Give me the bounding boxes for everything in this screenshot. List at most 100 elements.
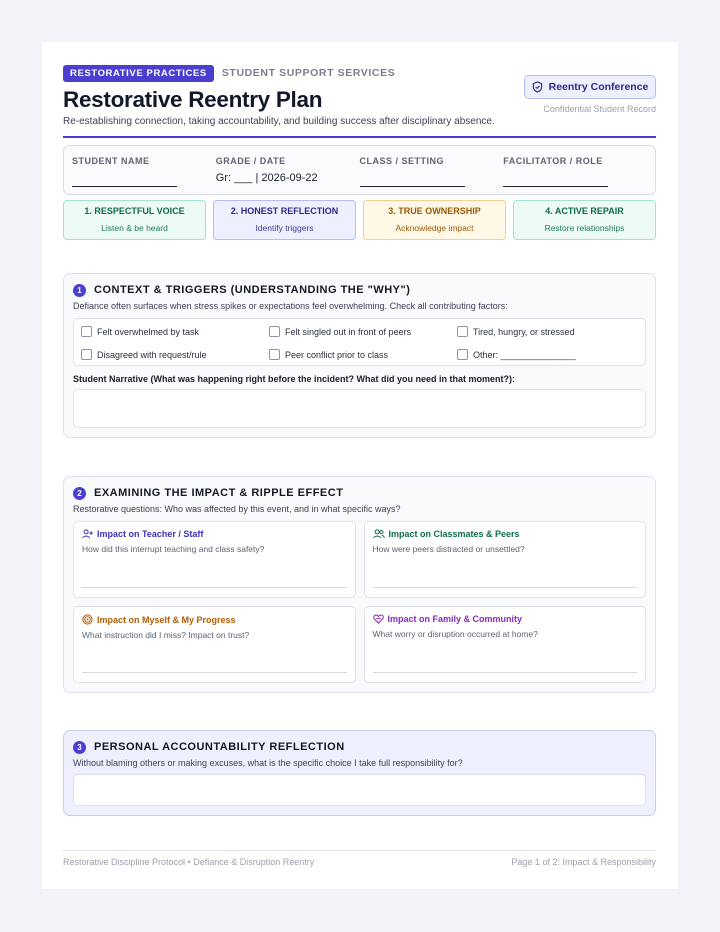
checkbox-disagreed[interactable]: Disagreed with request/rule bbox=[81, 348, 269, 361]
impact-card-grid: Impact on Teacher / Staff How did this i… bbox=[73, 521, 646, 683]
process-steps: 1. RESPECTFUL VOICE Listen & be heard 2.… bbox=[63, 200, 656, 240]
checkbox[interactable] bbox=[457, 349, 468, 360]
narrative-textarea[interactable] bbox=[73, 389, 646, 428]
checkbox[interactable] bbox=[269, 349, 280, 360]
step-subtitle: Acknowledge impact bbox=[395, 223, 474, 233]
page-footer: Restorative Discipline Protocol • Defian… bbox=[63, 850, 656, 867]
answer-line[interactable] bbox=[372, 672, 637, 673]
section-number-badge: 1 bbox=[73, 283, 86, 297]
checkbox-label: Felt singled out in front of peers bbox=[285, 326, 412, 337]
user-plus-icon bbox=[82, 529, 93, 539]
users-icon bbox=[372, 529, 385, 539]
step-title: 2. HONEST REFLECTION bbox=[230, 206, 339, 216]
accountability-textarea[interactable] bbox=[73, 774, 646, 806]
step-true-ownership: 3. TRUE OWNERSHIP Acknowledge impact bbox=[363, 200, 506, 240]
facilitator-role-field: FACILITATOR / ROLE bbox=[503, 146, 647, 194]
checkbox-label: Other: _______________ bbox=[473, 349, 576, 360]
answer-line[interactable] bbox=[82, 672, 347, 673]
section-title: PERSONAL ACCOUNTABILITY REFLECTION bbox=[94, 741, 345, 753]
card-question: How did this interrupt teaching and clas… bbox=[82, 544, 265, 554]
card-title: Impact on Myself & My Progress bbox=[97, 614, 236, 625]
card-question: What worry or disruption occurred at hom… bbox=[372, 629, 538, 639]
checkbox-label: Felt overwhelmed by task bbox=[97, 326, 200, 337]
card-header: Impact on Family & Community bbox=[372, 614, 638, 624]
footer-protocol: Restorative Discipline Protocol • Defian… bbox=[63, 857, 315, 867]
checkbox[interactable] bbox=[81, 326, 92, 337]
checkbox-label: Peer conflict prior to class bbox=[285, 349, 389, 360]
checkbox-label: Tired, hungry, or stressed bbox=[473, 326, 575, 337]
section-header: 3 PERSONAL ACCOUNTABILITY REFLECTION bbox=[73, 739, 646, 755]
reentry-conference-button[interactable]: Reentry Conference bbox=[524, 75, 656, 99]
section-description: Restorative questions: Who was affected … bbox=[73, 504, 401, 514]
grade-date-input[interactable]: Gr: ___ | 2026-09-22 bbox=[216, 172, 321, 187]
step-honest-reflection: 2. HONEST REFLECTION Identify triggers bbox=[213, 200, 356, 240]
department-label: STUDENT SUPPORT SERVICES bbox=[221, 67, 396, 79]
impact-card-family: Impact on Family & Community What worry … bbox=[363, 606, 646, 683]
card-header: Impact on Myself & My Progress bbox=[82, 614, 347, 625]
step-subtitle: Identify triggers bbox=[255, 223, 314, 233]
section-context-triggers: 1 CONTEXT & TRIGGERS (UNDERSTANDING THE … bbox=[63, 273, 656, 438]
card-header: Impact on Teacher / Staff bbox=[82, 529, 347, 539]
impact-card-teacher: Impact on Teacher / Staff How did this i… bbox=[73, 521, 356, 598]
section-header: 2 EXAMINING THE IMPACT & RIPPLE EFFECT bbox=[73, 485, 646, 501]
section-number-badge: 3 bbox=[73, 740, 86, 754]
footer-page-number: Page 1 of 2: Impact & Responsibility bbox=[511, 857, 656, 867]
checkbox[interactable] bbox=[81, 349, 92, 360]
facilitator-role-input[interactable] bbox=[503, 172, 609, 187]
grade-date-label: GRADE / DATE bbox=[215, 156, 286, 166]
section-number-badge: 2 bbox=[73, 486, 86, 500]
student-name-label: STUDENT NAME bbox=[72, 156, 150, 166]
checkbox-singled-out[interactable]: Felt singled out in front of peers bbox=[269, 325, 457, 338]
card-title: Impact on Teacher / Staff bbox=[97, 529, 204, 539]
student-info-panel: STUDENT NAME GRADE / DATE Gr: ___ | 2026… bbox=[63, 145, 656, 195]
answer-line[interactable] bbox=[82, 587, 347, 588]
step-respectful-voice: 1. RESPECTFUL VOICE Listen & be heard bbox=[63, 200, 206, 240]
section-description: Defiance often surfaces when stress spik… bbox=[73, 301, 508, 311]
facilitator-role-label: FACILITATOR / ROLE bbox=[503, 156, 603, 166]
step-subtitle: Listen & be heard bbox=[101, 223, 168, 233]
card-question: What instruction did I miss? Impact on t… bbox=[82, 630, 250, 640]
impact-card-myself: Impact on Myself & My Progress What inst… bbox=[73, 606, 356, 683]
section-header: 1 CONTEXT & TRIGGERS (UNDERSTANDING THE … bbox=[73, 282, 646, 298]
section-title: EXAMINING THE IMPACT & RIPPLE EFFECT bbox=[94, 487, 344, 499]
step-subtitle: Restore relationships bbox=[544, 223, 625, 233]
section-title: CONTEXT & TRIGGERS (UNDERSTANDING THE "W… bbox=[94, 284, 411, 296]
student-name-field: STUDENT NAME bbox=[72, 146, 216, 194]
program-badge: RESTORATIVE PRACTICES bbox=[63, 64, 214, 82]
heart-icon bbox=[372, 614, 384, 624]
checkbox-overwhelmed[interactable]: Felt overwhelmed by task bbox=[81, 325, 269, 338]
checkbox[interactable] bbox=[269, 326, 280, 337]
section-impact-ripple: 2 EXAMINING THE IMPACT & RIPPLE EFFECT R… bbox=[63, 476, 656, 693]
shield-icon bbox=[532, 81, 542, 93]
trigger-checklist: Felt overwhelmed by task Felt singled ou… bbox=[73, 318, 646, 366]
page-subtitle: Re-establishing connection, taking accou… bbox=[63, 116, 495, 127]
confidential-note: Confidential Student Record bbox=[543, 104, 656, 114]
step-title: 1. RESPECTFUL VOICE bbox=[84, 206, 185, 216]
checkbox-tired-stressed[interactable]: Tired, hungry, or stressed bbox=[457, 325, 645, 338]
grade-date-field: GRADE / DATE Gr: ___ | 2026-09-22 bbox=[216, 146, 360, 194]
impact-card-classmates: Impact on Classmates & Peers How were pe… bbox=[363, 521, 646, 598]
student-name-input[interactable] bbox=[72, 172, 177, 187]
conference-button-label: Reentry Conference bbox=[548, 81, 649, 93]
step-title: 3. TRUE OWNERSHIP bbox=[388, 206, 481, 216]
section-personal-accountability: 3 PERSONAL ACCOUNTABILITY REFLECTION Wit… bbox=[63, 730, 656, 816]
step-active-repair: 4. ACTIVE REPAIR Restore relationships bbox=[513, 200, 656, 240]
card-question: How were peers distracted or unsettled? bbox=[372, 544, 525, 554]
class-setting-input[interactable] bbox=[359, 172, 465, 187]
section-description: Without blaming others or making excuses… bbox=[73, 758, 463, 768]
step-title: 4. ACTIVE REPAIR bbox=[545, 206, 624, 216]
card-title: Impact on Classmates & Peers bbox=[388, 529, 520, 539]
answer-line[interactable] bbox=[372, 587, 637, 588]
card-header: Impact on Classmates & Peers bbox=[372, 529, 638, 539]
checkbox-peer-conflict[interactable]: Peer conflict prior to class bbox=[269, 348, 457, 361]
card-title: Impact on Family & Community bbox=[387, 614, 523, 624]
class-setting-field: CLASS / SETTING bbox=[359, 146, 504, 194]
checkbox-label: Disagreed with request/rule bbox=[97, 349, 207, 360]
document-page: RESTORATIVE PRACTICES STUDENT SUPPORT SE… bbox=[42, 42, 678, 889]
class-setting-label: CLASS / SETTING bbox=[359, 156, 445, 166]
header-divider bbox=[63, 136, 656, 138]
narrative-label: Student Narrative (What was happening ri… bbox=[73, 374, 516, 384]
target-icon bbox=[82, 614, 93, 625]
checkbox-other[interactable]: Other: _______________ bbox=[457, 348, 645, 361]
checkbox[interactable] bbox=[457, 326, 468, 337]
